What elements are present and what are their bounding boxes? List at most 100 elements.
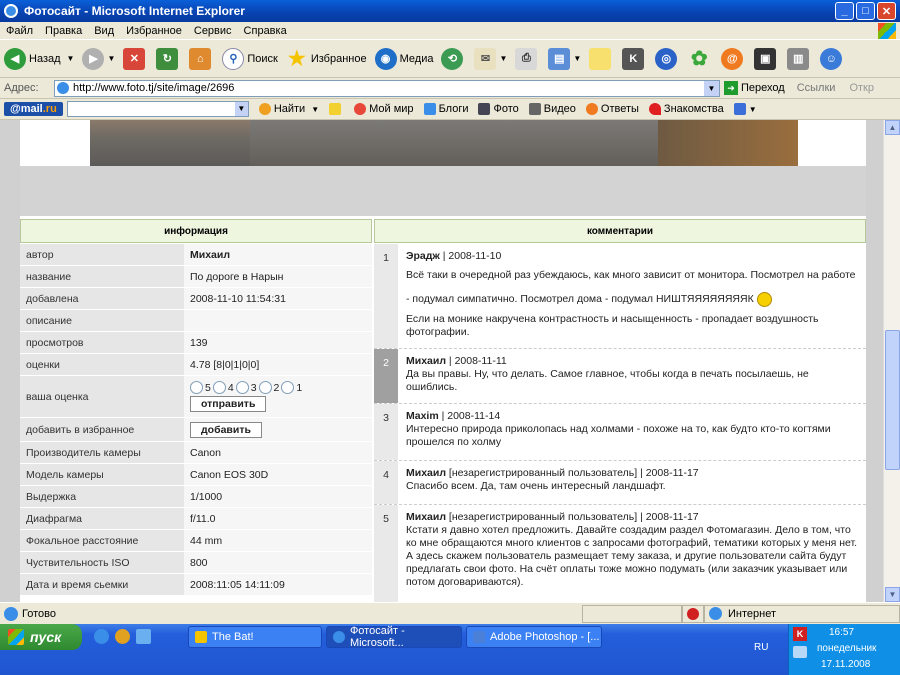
close-button[interactable]: ✕ (877, 2, 896, 20)
menu-help[interactable]: Справка (238, 25, 293, 37)
mailru-video[interactable]: Видео (528, 103, 576, 115)
desktop-quicklaunch-icon[interactable] (136, 629, 151, 644)
go-button[interactable]: ➜ Переход (724, 81, 785, 95)
scroll-down-icon[interactable]: ▼ (885, 587, 900, 602)
address-input[interactable]: http://www.foto.tj/site/image/2696 ▼ (54, 79, 720, 97)
edit-button[interactable]: ▤ ▼ (548, 47, 581, 70)
scroll-up-icon[interactable]: ▲ (885, 120, 900, 135)
start-button[interactable]: пуск (0, 624, 82, 650)
mailru-find-button[interactable]: Найти ▼ (258, 103, 319, 115)
stop-button[interactable]: ✕ (123, 47, 148, 70)
history-button[interactable]: ⟲ (441, 47, 466, 70)
vote-radio-1[interactable]: 1 (281, 381, 302, 394)
info-header: информация (20, 219, 372, 243)
address-label: Адрес: (4, 82, 39, 94)
links-label[interactable]: Ссылки (797, 82, 836, 94)
add-favorite-button[interactable]: добавить (190, 421, 262, 438)
im-button[interactable]: ◎ (655, 47, 680, 70)
maximize-button[interactable]: □ (856, 2, 875, 20)
windows-logo-icon (878, 23, 896, 39)
mailru-dating[interactable]: Знакомства (648, 103, 724, 115)
zone-text: Интернет (728, 607, 776, 620)
vertical-scrollbar[interactable]: ▲ ▼ (883, 120, 900, 602)
menu-file[interactable]: Файл (0, 25, 39, 37)
blogs-icon (423, 103, 436, 115)
exif-row: Модель камеры Canon EOS 30D (20, 464, 372, 486)
page-status-icon (4, 606, 18, 621)
page-icon (57, 82, 69, 94)
vote-radio-2[interactable]: 2 (258, 381, 279, 394)
task-the-bat[interactable]: The Bat! (188, 626, 322, 648)
clock-day: понедельник (817, 643, 877, 654)
minimize-button[interactable]: _ (835, 2, 854, 20)
back-button[interactable]: ◀ Назад ▼ (4, 47, 74, 70)
print-button[interactable]: ⎙ (515, 47, 540, 70)
media-button[interactable]: ◉ Медиа (374, 47, 433, 70)
photo-image[interactable] (90, 120, 798, 166)
comment-number: 2 (374, 349, 398, 403)
ie-icon (333, 631, 345, 643)
vote-submit-button[interactable]: отправить (190, 396, 267, 412)
mailru-more[interactable]: ▼ (733, 103, 757, 115)
myworld-icon (354, 103, 367, 115)
info-row-title: название По дороге в Нарын (20, 266, 372, 288)
kaspersky-icon[interactable]: K (793, 627, 807, 641)
forward-button[interactable]: ▶ ▼ (82, 47, 115, 70)
k-button[interactable]: K (622, 47, 647, 70)
ie-icon (4, 4, 18, 18)
comment-author[interactable]: Михаил (406, 511, 446, 523)
scroll-thumb[interactable] (885, 330, 900, 470)
mailru-search-input[interactable]: ▼ (66, 101, 249, 117)
menu-view[interactable]: Вид (88, 25, 120, 37)
refresh-button[interactable]: ↻ (156, 47, 181, 70)
task-photoshop[interactable]: Adobe Photoshop - [... (466, 626, 602, 648)
menu-edit[interactable]: Правка (39, 25, 88, 37)
status-text: Готово (22, 607, 56, 620)
discuss-button[interactable] (589, 47, 614, 70)
menu-tools[interactable]: Сервис (188, 25, 238, 37)
home-button[interactable]: ⌂ (189, 47, 214, 70)
icq-button[interactable]: ✿ (688, 48, 713, 70)
search-button[interactable]: ⚲ Поиск (222, 47, 278, 70)
mailru-myworld[interactable]: Мой мир (354, 103, 414, 115)
comment-author[interactable]: Михаил (406, 467, 446, 479)
research-button[interactable]: ▥ (787, 47, 812, 70)
network-icon[interactable] (793, 646, 807, 658)
menu-favorites[interactable]: Избранное (120, 25, 188, 37)
mailru-logo[interactable]: @mail.ru (4, 102, 63, 116)
language-indicator[interactable]: RU (754, 642, 768, 653)
contacts-button[interactable]: ☺ (820, 47, 845, 70)
comment-author[interactable]: Maxim (406, 410, 439, 422)
vote-radio-5[interactable]: 5 (190, 381, 211, 394)
comment-text: Да вы правы. Ну, что делать. Самое главн… (406, 368, 809, 393)
mailru-toolbar: @mail.ru ▼ Найти ▼ Мой мир Блоги Фото Вид… (0, 99, 900, 120)
favorites-button[interactable]: ★ Избранное (286, 48, 367, 70)
comment-item: 3 Maxim | 2008-11-14 Интересно природа п… (374, 404, 866, 461)
chevron-down-icon[interactable]: ▼ (704, 80, 719, 96)
mail-button[interactable]: ✉ ▼ (474, 47, 507, 70)
mailru-blogs[interactable]: Блоги (423, 103, 468, 115)
comment-meta: | 2008-11-10 (439, 250, 502, 262)
task-iexplore[interactable]: Фотосайт - Microsoft... (326, 625, 462, 649)
mailru-highlight-button[interactable] (329, 103, 344, 115)
ie-quicklaunch-icon[interactable] (94, 629, 109, 644)
comment-author[interactable]: Эрадж (406, 250, 440, 262)
at-button[interactable]: @ (721, 47, 746, 70)
heart-icon (648, 103, 661, 115)
research-icon: ▥ (787, 47, 810, 70)
mailru-photo[interactable]: Фото (478, 103, 519, 115)
vote-radio-3[interactable]: 3 (235, 381, 257, 394)
links-extra[interactable]: Откр (849, 82, 874, 94)
comment-author[interactable]: Михаил (406, 355, 446, 367)
chevron-down-icon[interactable]: ▼ (234, 102, 248, 116)
info-row-views: просмотров 139 (20, 332, 372, 354)
mailru-answers[interactable]: Ответы (585, 103, 639, 115)
tools-button[interactable]: ▣ (754, 47, 779, 70)
media-quicklaunch-icon[interactable] (115, 629, 130, 644)
vote-radio-4[interactable]: 4 (212, 381, 234, 394)
exif-row: Дата и время сьемки 2008:11:05 14:11:09 (20, 574, 372, 596)
quick-launch (94, 629, 151, 644)
info-row-author: автор Михаил (20, 244, 372, 266)
clock-time[interactable]: 16:57 (829, 627, 854, 638)
exif-row: Фокальное расстояние 44 mm (20, 530, 372, 552)
